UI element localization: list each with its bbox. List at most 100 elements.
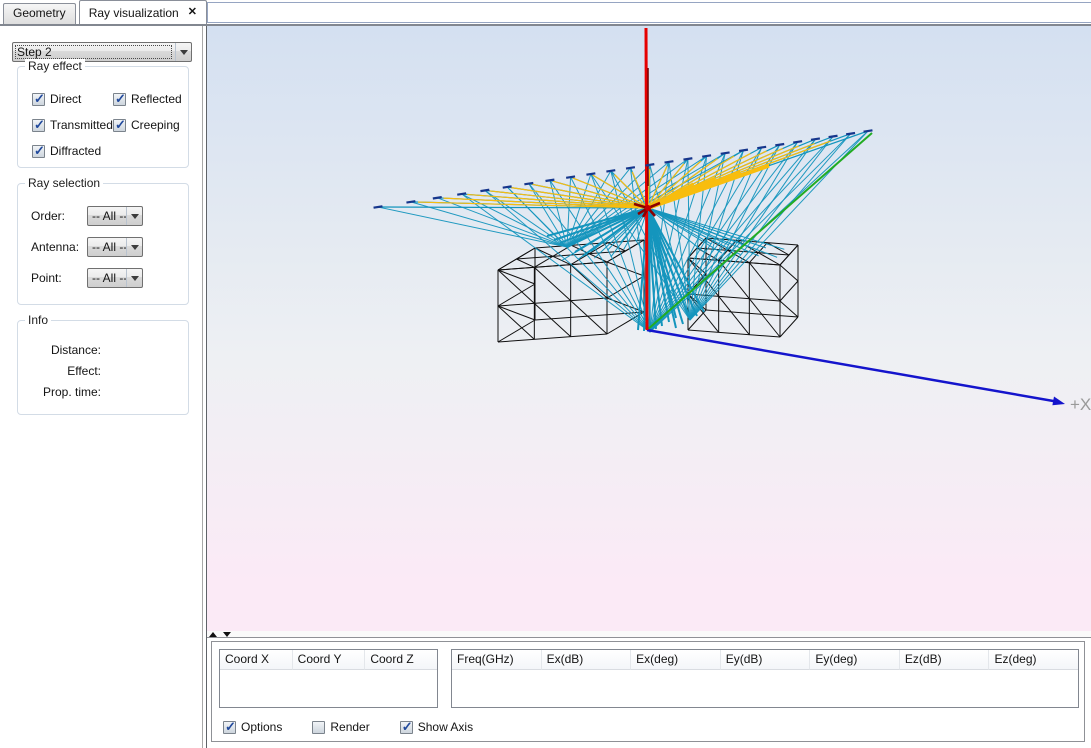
select-point[interactable]: -- All -- bbox=[87, 268, 143, 288]
scene-line bbox=[457, 193, 466, 194]
select-point-value: -- All -- bbox=[88, 271, 126, 285]
field-header-ey-db[interactable]: Ey(dB) bbox=[721, 650, 811, 670]
show-axis-checkbox-label: Show Axis bbox=[418, 720, 473, 734]
diffracted-checkbox-box[interactable] bbox=[32, 145, 45, 158]
scene-line bbox=[864, 130, 873, 131]
select-label-antenna: Antenna: bbox=[31, 240, 79, 254]
render-checkbox-box[interactable] bbox=[312, 721, 325, 734]
info-label-prop-time: Prop. time: bbox=[26, 385, 101, 399]
scene-line bbox=[688, 330, 780, 337]
select-antenna[interactable]: -- All -- bbox=[87, 237, 143, 257]
field-header-ez-db[interactable]: Ez(dB) bbox=[900, 650, 990, 670]
field-table[interactable]: Freq(GHz)Ex(dB)Ex(deg)Ey(dB)Ey(deg)Ez(dB… bbox=[451, 649, 1079, 708]
scene-line bbox=[566, 176, 575, 177]
creeping-checkbox-box[interactable] bbox=[113, 119, 126, 132]
select-order-arrow[interactable] bbox=[126, 207, 142, 225]
options-checkbox-box[interactable] bbox=[223, 721, 236, 734]
chevron-down-icon bbox=[131, 276, 139, 281]
checkbox-show-axis[interactable]: Show Axis bbox=[400, 720, 473, 734]
horizontal-splitter[interactable] bbox=[207, 631, 1091, 638]
tab-geometry-label: Geometry bbox=[13, 6, 66, 20]
scene-line bbox=[503, 186, 512, 187]
checkbox-diffracted[interactable]: Diffracted bbox=[32, 144, 101, 158]
checkbox-direct[interactable]: Direct bbox=[32, 92, 81, 106]
reflected-checkbox-box[interactable] bbox=[113, 93, 126, 106]
options-checkbox-label: Options bbox=[241, 720, 282, 734]
coord-table[interactable]: Coord XCoord YCoord Z bbox=[219, 649, 438, 708]
scene-line bbox=[524, 183, 533, 184]
scene-line bbox=[780, 281, 798, 301]
scene-line bbox=[498, 298, 607, 306]
diffracted-checkbox-label: Diffracted bbox=[50, 144, 101, 158]
checkbox-creeping[interactable]: Creeping bbox=[113, 118, 180, 132]
ray-selection-title: Ray selection bbox=[25, 176, 103, 190]
field-header-ex-deg[interactable]: Ex(deg) bbox=[631, 650, 721, 670]
field-header-freq-ghz[interactable]: Freq(GHz) bbox=[452, 650, 542, 670]
checkbox-transmitted[interactable]: Transmitted bbox=[32, 118, 113, 132]
info-title: Info bbox=[25, 313, 51, 327]
scene-line bbox=[811, 138, 820, 139]
coord-header-coord-x[interactable]: Coord X bbox=[220, 650, 293, 670]
close-tab-icon[interactable]: ✕ bbox=[188, 7, 197, 18]
creeping-checkbox-label: Creeping bbox=[131, 118, 180, 132]
scene-line bbox=[433, 197, 442, 198]
antenna-source-marker bbox=[645, 205, 651, 211]
tab-geometry[interactable]: Geometry bbox=[3, 3, 76, 24]
checkbox-options[interactable]: Options bbox=[223, 720, 282, 734]
scene-line bbox=[646, 28, 647, 330]
step-selector-arrow[interactable] bbox=[175, 43, 191, 61]
scene-line bbox=[480, 190, 489, 191]
field-header-ey-deg[interactable]: Ey(deg) bbox=[810, 650, 900, 670]
reflected-checkbox-label: Reflected bbox=[131, 92, 182, 106]
select-antenna-arrow[interactable] bbox=[126, 238, 142, 256]
checkbox-reflected[interactable]: Reflected bbox=[113, 92, 182, 106]
scene-line bbox=[517, 259, 535, 267]
3d-viewport[interactable]: +X bbox=[207, 26, 1091, 631]
select-label-order: Order: bbox=[31, 209, 65, 223]
collapse-down-icon[interactable] bbox=[223, 632, 231, 637]
transmitted-checkbox-box[interactable] bbox=[32, 119, 45, 132]
scene-line bbox=[545, 180, 554, 181]
show-axis-checkbox-box[interactable] bbox=[400, 721, 413, 734]
scene-line bbox=[780, 301, 798, 317]
scene-line bbox=[607, 262, 644, 276]
transmitted-checkbox-label: Transmitted bbox=[50, 118, 113, 132]
checkbox-render[interactable]: Render bbox=[312, 720, 369, 734]
select-point-arrow[interactable] bbox=[126, 269, 142, 287]
collapse-up-icon[interactable] bbox=[209, 632, 217, 637]
scene-line bbox=[793, 141, 802, 142]
info-label-effect: Effect: bbox=[26, 364, 101, 378]
focus-rectangle bbox=[15, 45, 172, 59]
scene-line bbox=[626, 167, 635, 168]
scene-line bbox=[780, 317, 798, 337]
chevron-down-icon bbox=[180, 50, 188, 55]
tab-ray-visualization[interactable]: Ray visualization ✕ bbox=[79, 0, 207, 24]
scene-line bbox=[406, 201, 415, 202]
scene-line bbox=[498, 248, 535, 270]
scene-line bbox=[780, 265, 798, 281]
scene-line bbox=[532, 184, 648, 208]
scene-line bbox=[749, 263, 780, 301]
scene-line bbox=[374, 206, 383, 207]
scene-line bbox=[645, 164, 654, 165]
scene-line bbox=[498, 270, 535, 284]
info-label-distance: Distance: bbox=[26, 343, 101, 357]
scene-line bbox=[683, 158, 692, 159]
coord-header-coord-z[interactable]: Coord Z bbox=[365, 650, 437, 670]
chevron-down-icon bbox=[131, 214, 139, 219]
scene-line bbox=[739, 150, 748, 151]
coord-header-coord-y[interactable]: Coord Y bbox=[293, 650, 366, 670]
direct-checkbox-box[interactable] bbox=[32, 93, 45, 106]
field-header-ez-deg[interactable]: Ez(deg) bbox=[989, 650, 1078, 670]
select-order[interactable]: -- All -- bbox=[87, 206, 143, 226]
scene-line bbox=[719, 260, 750, 298]
direct-checkbox-label: Direct bbox=[50, 92, 81, 106]
scene-line bbox=[498, 334, 607, 342]
scene-line bbox=[719, 296, 750, 334]
tab-strip-filler bbox=[207, 2, 1091, 23]
scene-line bbox=[498, 306, 535, 320]
field-header-ex-db[interactable]: Ex(dB) bbox=[542, 650, 632, 670]
select-order-value: -- All -- bbox=[88, 209, 126, 223]
scene-line bbox=[846, 133, 855, 134]
scene-line bbox=[498, 270, 534, 303]
